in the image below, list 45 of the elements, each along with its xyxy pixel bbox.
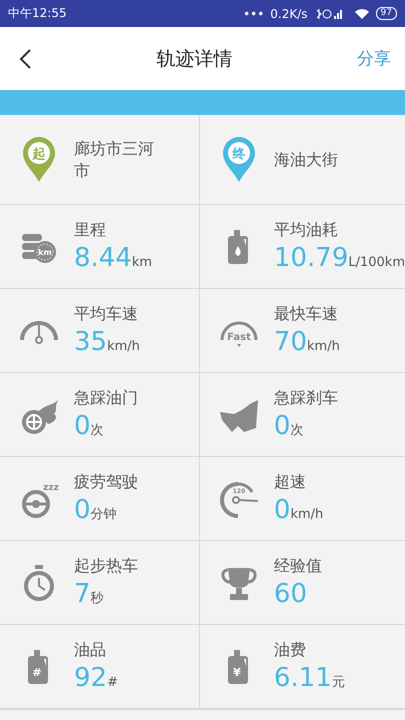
stat-value: 8.44: [74, 243, 132, 273]
stat-unit: km/h: [290, 507, 324, 522]
stat-unit: 元: [332, 674, 345, 691]
page-title: 轨迹详情: [156, 46, 232, 72]
stat-unit: km/h: [307, 339, 340, 354]
stat-value: 0: [74, 495, 91, 525]
stat-label: 里程: [74, 220, 107, 241]
stat-value: 0: [274, 411, 290, 441]
stat-value: 10.79: [274, 243, 348, 273]
stat-unit: #: [107, 675, 118, 690]
stat-value: 0: [274, 495, 290, 525]
stat-unit: 次: [90, 422, 104, 439]
stat-value: 70: [274, 327, 308, 357]
stat-value: 60: [274, 579, 308, 609]
stat-unit: km/h: [107, 339, 140, 354]
stat-unit: L/100km: [348, 255, 405, 270]
stat-label: 起步热车: [74, 556, 138, 577]
stat-value: 35: [74, 327, 108, 357]
stat-label: 油费: [274, 640, 307, 661]
stat-value: 0: [74, 411, 91, 441]
status-dots: •••: [243, 6, 264, 20]
stat-label: 平均油耗: [274, 220, 339, 241]
stat-value: 6.11: [274, 663, 332, 693]
battery-level: 97: [376, 7, 397, 20]
stat-unit: 分钟: [90, 506, 117, 523]
stat-label: 油品: [74, 640, 107, 661]
stat-label: 超速: [274, 472, 307, 493]
share-link[interactable]: 分享: [357, 47, 391, 70]
stat-unit: km: [132, 255, 152, 270]
place-name: 廊坊市三河市: [74, 138, 155, 182]
stat-label: 急踩刹车: [274, 388, 338, 409]
stat-label: 急踩油门: [74, 388, 138, 409]
stat-unit: 次: [290, 422, 304, 439]
place-name: 海油大街: [274, 148, 338, 170]
stat-label: 经验值: [274, 556, 322, 577]
stat-unit: 秒: [90, 590, 104, 607]
stat-value: 7: [74, 579, 91, 609]
stat-value: 92: [74, 663, 108, 693]
stat-label: 疲劳驾驶: [74, 472, 138, 493]
status-time: 中午12:55: [8, 5, 67, 22]
stat-label: 平均车速: [74, 304, 139, 325]
wifi-icon: [354, 8, 370, 20]
network-speed: 0.2K/s: [270, 6, 308, 20]
back-icon[interactable]: [18, 48, 32, 70]
stat-label: 最快车速: [274, 304, 339, 325]
